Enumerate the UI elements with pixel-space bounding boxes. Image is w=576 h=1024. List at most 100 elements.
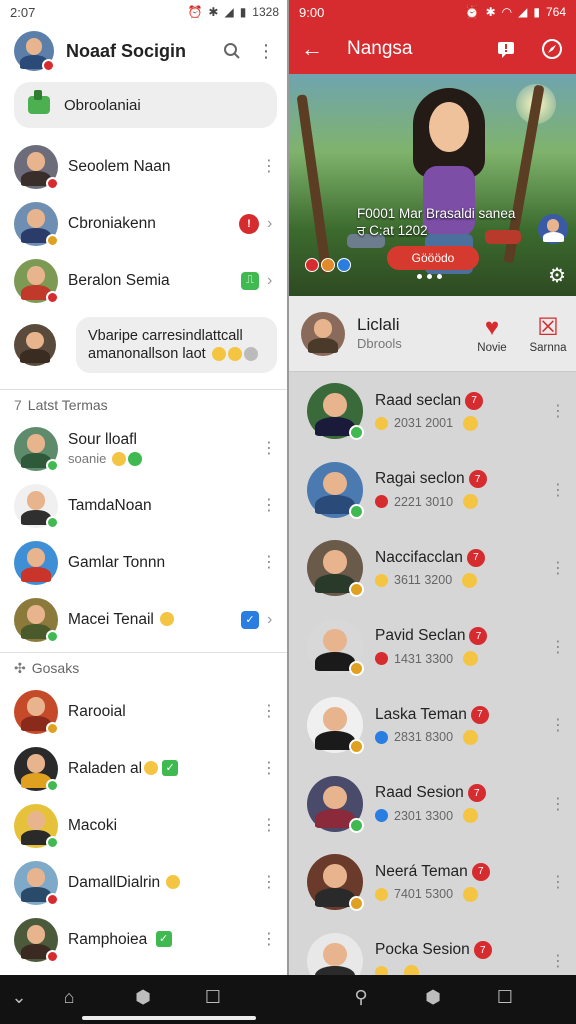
wifi-icon: ◠ xyxy=(501,5,513,19)
list-item[interactable]: Ragai seclon 7 2221 3010 ⋮ xyxy=(289,451,576,530)
status-icon xyxy=(375,652,388,666)
list-item[interactable]: Neerá Teman 7 7401 5300 ⋮ xyxy=(289,843,576,922)
list-item-name: Raad Sesion xyxy=(375,784,464,802)
search-icon[interactable]: ⚲ xyxy=(348,987,374,1008)
section-header: ✣ Gosaks xyxy=(0,653,289,683)
page-title: Nangsa xyxy=(347,38,413,59)
list-item-name: TamdaNoan xyxy=(68,496,152,514)
more-vert-icon[interactable]: ⋮ xyxy=(261,760,277,777)
like-button[interactable]: ♥ Novie xyxy=(464,314,520,354)
home-indicator[interactable] xyxy=(82,1016,256,1020)
list-item-name: Ragai seclon xyxy=(375,470,465,488)
signal-icon: ◢ xyxy=(224,5,234,19)
chevron-down-icon[interactable]: ⌄ xyxy=(6,987,32,1008)
profile-subtitle: Dbrools xyxy=(357,335,402,351)
avatar[interactable] xyxy=(301,311,345,356)
list-item[interactable]: TamdaNoan ⋮ xyxy=(0,477,289,534)
message-preview[interactable]: Vbaripe carresindlattcall amanonallson l… xyxy=(0,309,289,385)
list-item-subtitle: 3611 3200 xyxy=(394,573,453,588)
more-vert-icon[interactable]: ⋮ xyxy=(261,703,277,720)
more-vert-icon[interactable]: ⋮ xyxy=(550,715,566,735)
list-item-name: Ramphoiea xyxy=(68,930,148,948)
more-vert-icon[interactable]: ⋮ xyxy=(261,874,277,891)
list-item[interactable]: Raad seclan 7 2031 2001 ⋮ xyxy=(289,372,576,451)
compass-icon[interactable] xyxy=(540,37,564,61)
more-vert-icon[interactable]: ⋮ xyxy=(261,497,277,514)
avatar xyxy=(14,144,59,190)
emoji-icon xyxy=(227,347,242,362)
more-vert-icon[interactable]: ⋮ xyxy=(261,817,277,834)
chevron-right-icon[interactable]: › xyxy=(267,215,277,233)
share-button[interactable]: ☒ Sarnna xyxy=(520,314,576,354)
emoji-icon xyxy=(243,347,258,362)
list-item-subtitle: 1431 3300 xyxy=(394,651,454,666)
square-icon[interactable]: ☐ xyxy=(200,987,226,1008)
list-item[interactable]: Raladen al ✓ ⋮ xyxy=(0,740,289,797)
avatar xyxy=(307,854,364,912)
more-vert-icon[interactable]: ⋮ xyxy=(550,951,566,971)
more-vert-icon[interactable]: ⋮ xyxy=(261,158,277,175)
list-item[interactable]: Seoolem Naan ⋮ xyxy=(0,138,289,195)
more-vert-icon[interactable]: ⋮ xyxy=(550,637,566,657)
more-vert-icon[interactable]: ⋮ xyxy=(261,931,277,948)
list-item-name: Neerá Teman xyxy=(375,862,468,880)
alarm-icon: ⏰ xyxy=(464,5,480,19)
chevron-right-icon[interactable]: › xyxy=(267,272,277,290)
hero-banner[interactable]: F0001 Mar Brasaldi sanea ਰ C:at 1202 Göö… xyxy=(289,74,576,296)
back-arrow-icon[interactable]: ← xyxy=(301,36,329,62)
avatar xyxy=(14,803,59,849)
avatar xyxy=(14,917,59,963)
list-item-name: Laska Teman xyxy=(375,705,467,723)
avatar xyxy=(14,426,59,472)
section-header: 7 Latst Termas xyxy=(0,390,289,420)
more-vert-icon[interactable]: ⋮ xyxy=(550,558,566,578)
hexagon-icon[interactable]: ⬢ xyxy=(420,987,446,1008)
avatar xyxy=(307,383,364,441)
list-item-name: Pavid Seclan xyxy=(375,627,466,645)
home-icon[interactable]: ⌂ xyxy=(56,987,82,1008)
more-vert-icon[interactable]: ⋮ xyxy=(550,480,566,500)
list-item[interactable]: Pavid Seclan 7 1431 3300 ⋮ xyxy=(289,608,576,687)
message-bubble: Vbaripe carresindlattcall amanonallson l… xyxy=(76,316,277,374)
heart-icon: ♥ xyxy=(484,313,500,341)
settings-gear-icon[interactable]: ⚙ xyxy=(548,263,566,288)
notification-badge: 7 xyxy=(467,784,486,803)
square-icon[interactable]: ☐ xyxy=(492,987,518,1008)
more-vert-icon[interactable]: ⋮ xyxy=(550,401,566,421)
chevron-right-icon[interactable]: › xyxy=(267,611,277,629)
list-item[interactable]: Raad Sesion 7 2301 3300 ⋮ xyxy=(289,765,576,844)
list-item[interactable]: Gamlar Tonnn ⋮ xyxy=(0,534,289,591)
list-item[interactable]: Beralon Semia ⎍ › xyxy=(0,252,289,309)
avatar xyxy=(307,697,364,755)
feedback-icon[interactable] xyxy=(494,37,518,61)
list-item-subtitle: 2831 8300 xyxy=(394,730,454,745)
pinned-chip[interactable]: Obroolaniai xyxy=(14,82,277,128)
avatar[interactable] xyxy=(14,31,55,72)
list-item[interactable]: Rarooial ⋮ xyxy=(0,683,289,740)
emoji-icon xyxy=(463,729,479,745)
emoji-icon xyxy=(160,612,175,627)
search-icon[interactable] xyxy=(219,38,245,64)
list-item[interactable]: Sour lloafl soanie ⋮ xyxy=(0,420,289,477)
list-item[interactable]: Laska Teman 7 2831 8300 ⋮ xyxy=(289,686,576,765)
list-item[interactable]: Naccifacclan 7 3611 3200 ⋮ xyxy=(289,529,576,608)
more-vert-icon[interactable]: ⋮ xyxy=(253,38,279,64)
more-vert-icon[interactable]: ⋮ xyxy=(550,794,566,814)
more-vert-icon[interactable]: ⋮ xyxy=(261,554,277,571)
more-vert-icon[interactable]: ⋮ xyxy=(550,872,566,892)
list-item[interactable]: Pocka Sesion 7 ⋮ xyxy=(289,922,576,975)
list-item[interactable]: DamallDialrin ⋮ xyxy=(0,854,289,911)
notification-badge: 7 xyxy=(466,548,485,567)
hero-cta-button[interactable]: Gööödo xyxy=(387,246,479,270)
list-item[interactable]: Macoki ⋮ xyxy=(0,797,289,854)
more-vert-icon[interactable]: ⋮ xyxy=(261,440,277,457)
hexagon-icon[interactable]: ⬢ xyxy=(130,987,156,1008)
status-icon xyxy=(375,966,388,975)
list-item-name: Seoolem Naan xyxy=(68,157,171,175)
notification-badge: 7 xyxy=(470,705,489,724)
list-item[interactable]: Cbroniakenn ! › xyxy=(0,195,289,252)
list-item[interactable]: Macei Tenail ✓ › xyxy=(0,591,289,648)
list-item[interactable]: Ramphoiea ✓ ⋮ xyxy=(0,911,289,968)
signal-icon: ◢ xyxy=(518,5,528,19)
bluetooth-icon: ✱ xyxy=(485,5,496,19)
